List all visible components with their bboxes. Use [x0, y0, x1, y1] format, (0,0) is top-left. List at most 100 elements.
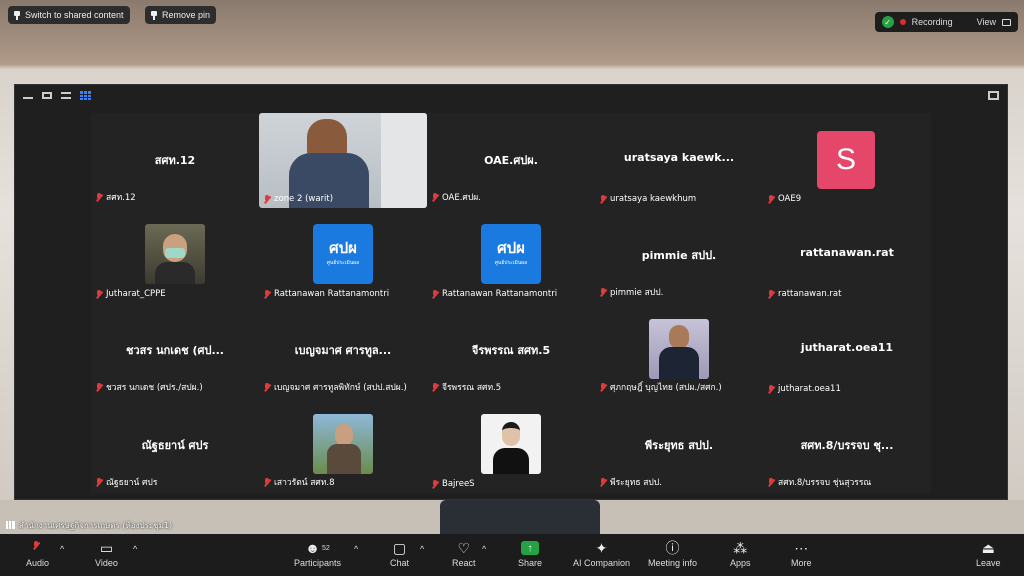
logo-subtext: ศูนย์ประเมินผล [326, 260, 360, 266]
mic-off-icon [263, 477, 271, 487]
participant-tile[interactable]: สศท.8/บรรจบ ชุ... สศท.8/บรรจบ ชุ่นสุวรรณ [763, 398, 931, 493]
leave-button[interactable]: ⏏ Leave [976, 538, 1001, 569]
participants-options-caret[interactable]: ^ [354, 544, 358, 554]
minimize-icon[interactable] [23, 93, 33, 99]
participant-label: Rattanawan Rattanamontri [431, 289, 557, 299]
participants-count: 52 [321, 544, 330, 552]
mic-off-icon [263, 289, 271, 299]
participant-tile[interactable]: BajreeS [427, 398, 595, 493]
participant-tile[interactable]: jutharat.oea11 jutharat.oea11 [763, 303, 931, 398]
more-icon: ⋯ [794, 539, 809, 556]
share-button[interactable]: ↑ Share [518, 538, 542, 568]
mic-off-icon [95, 477, 103, 487]
participant-tile[interactable]: ศปผ ศูนย์ประเมินผล Rattanawan Rattanamon… [259, 208, 427, 303]
participant-label-text: pimmie สปป. [610, 288, 664, 298]
video-label: Video [95, 558, 118, 568]
participant-label: ชวสร นกเดช (ศปร./สปผ.) [95, 380, 203, 394]
leave-label: Leave [976, 558, 1001, 568]
participant-label: ณัฐธยาน์ ศปร [95, 475, 157, 489]
participant-tile[interactable]: เบญจมาศ ศารทูล... เบญจมาศ ศารทูลพิทักษ์ … [259, 303, 427, 398]
participant-display-name: สศท.12 [154, 154, 196, 167]
participant-label: OAE.ศปผ. [431, 190, 481, 204]
chat-options-caret[interactable]: ^ [420, 544, 424, 554]
participant-label: zone 2 (warit) [263, 194, 333, 204]
participant-tile[interactable]: pimmie สปป. pimmie สปป. [595, 208, 763, 303]
participant-head [335, 424, 353, 446]
participant-label-text: Jutharat_CPPE [106, 289, 166, 299]
participant-label-text: ศุภกฤษฎิ์ บุญไทย (สปผ./สศก.) [610, 383, 722, 393]
organization-logo: ศปผ ศูนย์ประเมินผล [481, 224, 541, 284]
participant-label: pimmie สปป. [599, 285, 663, 299]
mic-off-icon [767, 477, 775, 487]
participants-button[interactable]: ☻ 52 Participants [294, 538, 341, 568]
react-options-caret[interactable]: ^ [482, 544, 486, 554]
layout-tools [23, 91, 91, 100]
participant-tile[interactable]: จีรพรรณ สศท.5 จีรพรรณ สศท.5 [427, 303, 595, 398]
meeting-info-button[interactable]: ⓘ Meeting info [648, 538, 697, 568]
strip-view-icon[interactable] [61, 92, 71, 99]
participant-label: เบญจมาศ ศารทูลพิทักษ์ (สปป.สปผ.) [263, 380, 407, 394]
participant-label: พีระยุทธ สปป. [599, 475, 662, 489]
chat-button[interactable]: ▢ Chat [390, 538, 409, 569]
participant-display-name: จีรพรรณ สศท.5 [471, 344, 551, 357]
more-button[interactable]: ⋯ More [791, 538, 812, 569]
audio-button[interactable]: Audio [26, 538, 49, 568]
fullscreen-icon[interactable] [988, 91, 999, 100]
apps-button[interactable]: ⁂ Apps [730, 538, 751, 569]
video-button[interactable]: ▭ Video [95, 538, 118, 569]
ai-companion-button[interactable]: ✦ AI Companion [573, 538, 630, 569]
view-icon[interactable] [1002, 18, 1011, 26]
participant-tile[interactable]: uratsaya kaewk... uratsaya kaewkhum [595, 113, 763, 208]
view-label[interactable]: View [977, 17, 996, 27]
mic-off-icon [599, 477, 607, 487]
switch-to-shared-content-button[interactable]: Switch to shared content [8, 6, 130, 24]
participant-tile[interactable]: สศท.12 สศท.12 [91, 113, 259, 208]
participant-tile[interactable]: rattanawan.rat rattanawan.rat [763, 208, 931, 303]
participant-label-text: เบญจมาศ ศารทูลพิทักษ์ (สปป.สปผ.) [274, 383, 407, 393]
participant-tile[interactable]: ศปผ ศูนย์ประเมินผล Rattanawan Rattanamon… [427, 208, 595, 303]
shield-icon[interactable]: ✓ [881, 16, 894, 28]
switch-label: Switch to shared content [25, 10, 124, 20]
participant-label-text: สศท.12 [106, 193, 136, 203]
video-camera-icon: ▭ [99, 539, 114, 556]
participant-tile[interactable]: zone 2 (warit) [259, 113, 427, 208]
room-label-text: สำนักงานเศรษฐกิจการเกษตร (ห้องประชุม1) [19, 520, 173, 530]
sparkle-icon: ✦ [595, 539, 608, 556]
audio-options-caret[interactable]: ^ [60, 544, 64, 554]
mic-off-icon [263, 194, 271, 204]
participant-tile[interactable]: Jutharat_CPPE [91, 208, 259, 303]
react-button[interactable]: ♡ React [452, 538, 476, 569]
participant-tile[interactable]: ณัฐธยาน์ ศปร ณัฐธยาน์ ศปร [91, 398, 259, 493]
participant-label: เสาวรัตน์ สศท.8 [263, 475, 335, 489]
participant-label: สศท.12 [95, 190, 136, 204]
organization-logo: ศปผ ศูนย์ประเมินผล [313, 224, 373, 284]
gallery-view-icon[interactable] [80, 91, 91, 100]
participant-tile[interactable]: S OAE9 [763, 113, 931, 208]
react-label: React [452, 558, 476, 568]
chat-icon: ▢ [392, 539, 407, 556]
video-options-caret[interactable]: ^ [133, 544, 137, 554]
audio-label: Audio [26, 558, 50, 568]
logo-text: ศปผ [329, 239, 357, 257]
recording-label[interactable]: Recording [912, 17, 953, 27]
remove-pin-label: Remove pin [162, 10, 211, 20]
participants-label: Participants [294, 558, 342, 568]
participant-label: Rattanawan Rattanamontri [263, 289, 389, 299]
participant-label-text: จีรพรรณ สศท.5 [442, 383, 502, 393]
mic-off-icon [95, 382, 103, 392]
meeting-info-label: Meeting info [648, 558, 698, 568]
participant-tile[interactable]: ชวสร นกเดช (ศป... ชวสร นกเดช (ศปร./สปผ.) [91, 303, 259, 398]
mic-off-icon [431, 382, 439, 392]
participant-label: OAE9 [767, 194, 801, 204]
participant-tile[interactable]: ศุภกฤษฎิ์ บุญไทย (สปผ./สศก.) [595, 303, 763, 398]
participant-tile[interactable]: พีระยุทธ สปป. พีระยุทธ สปป. [595, 398, 763, 493]
participant-label-text: OAE9 [778, 194, 802, 204]
recording-dot-icon [899, 19, 906, 25]
participant-tile[interactable]: OAE.ศปผ. OAE.ศปผ. [427, 113, 595, 208]
participant-label-text: zone 2 (warit) [274, 194, 334, 204]
participant-shirt [659, 347, 699, 379]
speaker-view-icon[interactable] [42, 92, 52, 99]
remove-pin-button[interactable]: Remove pin [145, 6, 217, 24]
share-screen-icon: ↑ [521, 538, 540, 558]
participant-tile[interactable]: เสาวรัตน์ สศท.8 [259, 398, 427, 493]
